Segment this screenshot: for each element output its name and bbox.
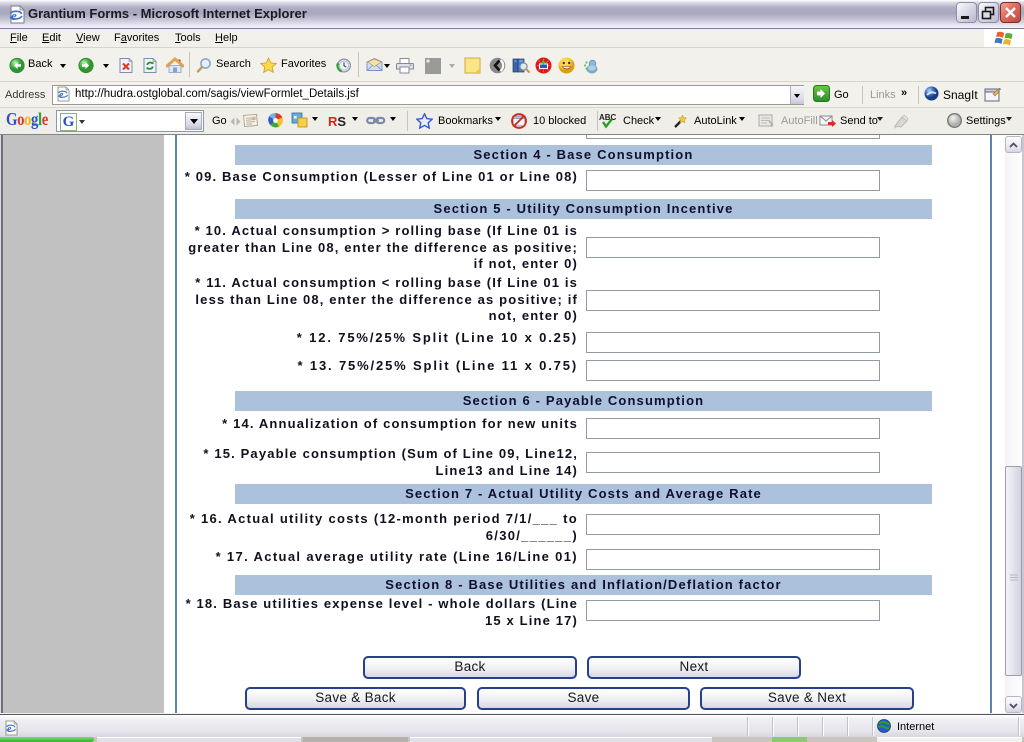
svg-text:e: e — [11, 8, 17, 23]
svg-text:ABC: ABC — [599, 113, 617, 122]
